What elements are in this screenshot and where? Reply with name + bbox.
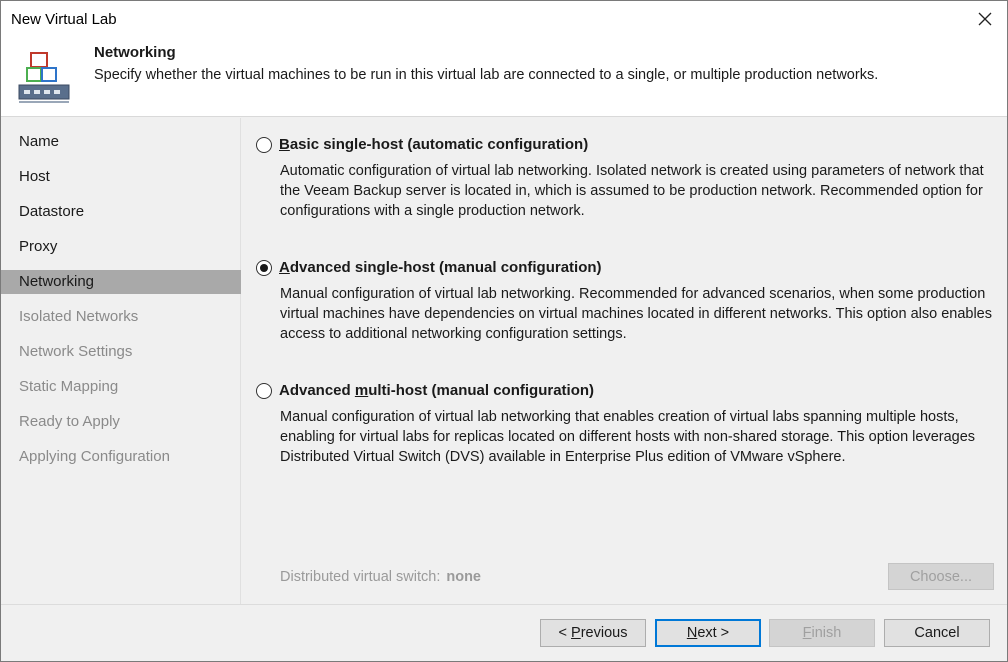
- dvs-value: none: [446, 569, 481, 585]
- sidebar-item-name[interactable]: Name: [1, 130, 241, 154]
- previous-button[interactable]: < Previous: [540, 619, 646, 647]
- basic-single-host-description: Automatic configuration of virtual lab n…: [280, 163, 984, 219]
- new-virtual-lab-dialog: New Virtual Lab Networking Specify wheth…: [0, 0, 1008, 662]
- advanced-single-host-description: Manual configuration of virtual lab netw…: [280, 286, 992, 342]
- advanced-multi-host-description: Manual configuration of virtual lab netw…: [280, 409, 976, 465]
- close-icon: [978, 12, 992, 26]
- cancel-button[interactable]: Cancel: [884, 619, 990, 647]
- choose-button-label: Choose...: [909, 568, 973, 585]
- advanced-single-host-radio[interactable]: [256, 260, 272, 276]
- hotkey-letter: m: [354, 382, 369, 399]
- advanced-single-host-label[interactable]: Advanced single-host (manual configurati…: [279, 259, 602, 276]
- sidebar-item-network-settings: Network Settings: [19, 343, 133, 360]
- label-text-pre: Advanced: [279, 382, 355, 399]
- window-title: New Virtual Lab: [11, 11, 117, 28]
- basic-single-host-label[interactable]: Basic single-host (automatic configurati…: [279, 136, 588, 153]
- hotkey-letter: F: [802, 625, 812, 641]
- sidebar-item-isolated-networks: Isolated Networks: [19, 308, 139, 325]
- step-header: Networking Specify whether the virtual m…: [1, 39, 1007, 117]
- dvs-label: Distributed virtual switch:: [280, 569, 441, 585]
- sidebar-item-ready-to-apply: Ready to Apply: [19, 413, 120, 430]
- previous-label-pre: <: [558, 625, 572, 641]
- hotkey-letter: N: [686, 625, 698, 641]
- close-button[interactable]: [973, 7, 997, 31]
- distributed-virtual-switch-field: Distributed virtual switch: none: [280, 569, 481, 585]
- label-text: asic single-host (automatic configuratio…: [289, 136, 589, 153]
- sidebar-item-datastore[interactable]: Datastore: [1, 200, 241, 224]
- basic-single-host-radio[interactable]: [256, 137, 272, 153]
- hotkey-letter: A: [279, 259, 290, 276]
- finish-button[interactable]: Finish: [769, 619, 875, 647]
- sidebar-item-networking[interactable]: Networking: [1, 270, 241, 294]
- networking-options-panel: Basic single-host (automatic configurati…: [242, 118, 1007, 604]
- label-text: ulti-host (manual configuration): [368, 382, 595, 399]
- finish-label-rest: inish: [811, 625, 842, 641]
- next-button[interactable]: Next >: [655, 619, 761, 647]
- advanced-multi-host-label[interactable]: Advanced multi-host (manual configuratio…: [279, 382, 594, 399]
- choose-button[interactable]: Choose...: [888, 563, 994, 590]
- title-bar: New Virtual Lab: [1, 1, 1007, 39]
- label-text: dvanced single-host (manual configuratio…: [289, 259, 602, 276]
- step-description: Specify whether the virtual machines to …: [94, 67, 879, 83]
- advanced-multi-host-radio[interactable]: [256, 383, 272, 399]
- sidebar-item-static-mapping: Static Mapping: [19, 378, 119, 395]
- sidebar-item-host[interactable]: Host: [1, 165, 241, 189]
- step-title: Networking: [94, 44, 176, 61]
- wizard-steps-sidebar: Name Host Datastore Proxy Networking Iso…: [1, 118, 241, 604]
- hotkey-letter: P: [571, 625, 581, 641]
- hotkey-letter: B: [279, 136, 290, 153]
- network-lab-icon: [18, 52, 70, 103]
- next-label-rest: ext >: [697, 625, 730, 641]
- previous-label-rest: revious: [580, 625, 628, 641]
- sidebar-item-proxy[interactable]: Proxy: [1, 235, 241, 259]
- cancel-label: Cancel: [914, 625, 960, 641]
- sidebar-item-applying-configuration: Applying Configuration: [19, 448, 170, 465]
